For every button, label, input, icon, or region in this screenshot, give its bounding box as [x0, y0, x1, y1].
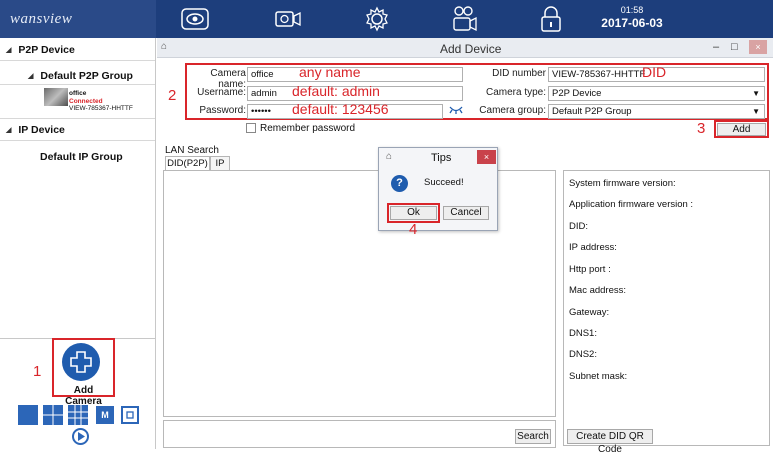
- add-button[interactable]: Add: [717, 123, 766, 136]
- gear-icon[interactable]: [362, 4, 392, 34]
- annotation-default-password: default: 123456: [292, 101, 389, 117]
- dialog-title: Tips: [431, 152, 452, 164]
- lock-icon[interactable]: [536, 4, 566, 34]
- camera-entry-name: office: [69, 90, 87, 97]
- divider: [0, 118, 155, 119]
- password-label: Password:: [199, 105, 246, 116]
- divider: [0, 140, 155, 141]
- camera-entry-status: Connected: [69, 97, 103, 105]
- dialog-close-button[interactable]: ×: [477, 150, 496, 164]
- divider: [0, 84, 155, 85]
- tree-default-p2p-group-label: Default P2P Group: [40, 70, 133, 82]
- clock: 01:58 2017-06-03: [593, 2, 671, 36]
- info-dns2: DNS2:: [569, 349, 597, 360]
- clock-date: 2017-06-03: [601, 16, 663, 30]
- app-small-icon: ⌂: [161, 41, 168, 52]
- create-did-qr-code-button[interactable]: Create DID QR Code: [567, 429, 653, 455]
- lan-search-label: LAN Search: [165, 145, 219, 156]
- collapse-triangle-icon[interactable]: ◢: [6, 126, 11, 134]
- camera-thumbnail[interactable]: [44, 88, 68, 106]
- camera-entry-did: VIEW-785367-HHTTF: [69, 105, 133, 112]
- username-label: Username:: [197, 87, 246, 98]
- info-dns1: DNS1:: [569, 328, 597, 339]
- grid-4-icon: [43, 405, 63, 425]
- annotation-step-3: 3: [697, 120, 706, 137]
- camera-type-value: P2P Device: [552, 88, 602, 99]
- info-subnet-mask: Subnet mask:: [569, 371, 628, 382]
- divider: [0, 60, 155, 61]
- remember-password-label[interactable]: Remember password: [260, 123, 355, 134]
- show-password-eye-icon[interactable]: [449, 104, 463, 117]
- camera-group-label: Camera group:: [479, 105, 546, 116]
- info-ip-address: IP address:: [569, 242, 617, 253]
- add-camera-icon: [70, 351, 92, 373]
- tree-ip-device[interactable]: ◢ IP Device: [6, 124, 161, 136]
- add-camera-button[interactable]: [62, 343, 100, 381]
- multi-view-button[interactable]: M: [96, 406, 114, 424]
- play-button[interactable]: [72, 428, 89, 445]
- tab-did-p2p[interactable]: DID(P2P): [165, 156, 210, 170]
- search-button[interactable]: Search: [515, 429, 551, 444]
- info-mac-address: Mac address:: [569, 285, 627, 296]
- tab-ip[interactable]: IP: [210, 156, 230, 170]
- dialog-app-icon: ⌂: [386, 151, 393, 162]
- did-label: DID number: [492, 68, 546, 79]
- system-firmware-version: System firmware version:: [569, 178, 676, 189]
- camera-group-select[interactable]: Default P2P Group ▼: [548, 104, 765, 119]
- info-http-port: Http port :: [569, 264, 611, 275]
- info-gateway: Gateway:: [569, 307, 610, 318]
- tree-p2p-device[interactable]: ◢ P2P Device: [6, 44, 161, 56]
- add-camera-label[interactable]: Add Camera: [55, 385, 112, 407]
- nine-view-button[interactable]: [68, 405, 88, 425]
- single-view-button[interactable]: [18, 405, 38, 425]
- camera-entry[interactable]: office Connected VIEW-785367-HHTTF: [69, 90, 133, 113]
- ok-button[interactable]: Ok: [390, 206, 437, 220]
- tree-ip-device-label: IP Device: [18, 124, 65, 136]
- info-did: DID:: [569, 221, 588, 232]
- window-close-button[interactable]: ×: [749, 40, 767, 54]
- chevron-down-icon: ▼: [752, 107, 760, 116]
- window-title: Add Device: [440, 42, 502, 56]
- remember-password-checkbox[interactable]: [246, 123, 256, 133]
- fullscreen-button[interactable]: [121, 406, 139, 424]
- maximize-button[interactable]: □: [731, 41, 738, 53]
- fullscreen-icon: [126, 411, 134, 419]
- play-icon: [77, 432, 85, 441]
- annotation-step-2: 2: [168, 87, 177, 104]
- app-logo: wansview: [10, 11, 73, 27]
- cancel-button[interactable]: Cancel: [443, 206, 489, 220]
- search-strip: [163, 420, 556, 448]
- eye-icon[interactable]: [180, 4, 210, 34]
- clock-time: 01:58: [620, 5, 644, 15]
- dialog-message: Succeed!: [424, 177, 464, 188]
- application-firmware-version: Application firmware version :: [569, 199, 694, 210]
- collapse-triangle-icon[interactable]: ◢: [28, 72, 33, 80]
- quad-view-button[interactable]: [43, 405, 63, 425]
- annotation-step-1: 1: [33, 363, 42, 380]
- collapse-triangle-icon[interactable]: ◢: [6, 46, 11, 54]
- camera-group-icon[interactable]: [450, 4, 480, 34]
- annotation-did: DID: [642, 64, 667, 80]
- camera-group-value: Default P2P Group: [552, 106, 632, 117]
- question-icon: ?: [391, 175, 408, 192]
- minimize-button[interactable]: –: [713, 41, 719, 53]
- tree-default-ip-group-label: Default IP Group: [40, 151, 123, 163]
- annotation-step-4: 4: [409, 221, 418, 238]
- camera-type-label: Camera type:: [485, 87, 546, 98]
- chevron-down-icon: ▼: [752, 89, 760, 98]
- annotation-any-name: any name: [299, 64, 361, 80]
- tree-p2p-device-label: P2P Device: [18, 44, 75, 56]
- grid-9-icon: [68, 405, 88, 425]
- video-camera-icon[interactable]: [273, 4, 303, 34]
- annotation-default-admin: default: admin: [292, 83, 380, 99]
- camera-type-select[interactable]: P2P Device ▼: [548, 86, 765, 101]
